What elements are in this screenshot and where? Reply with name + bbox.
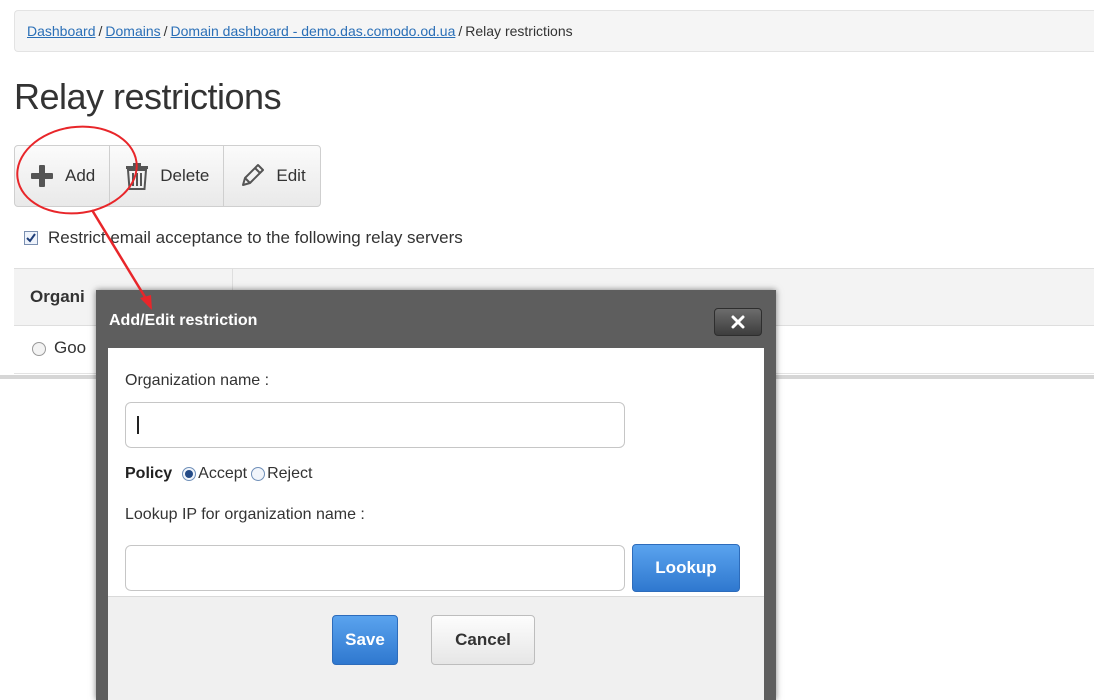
policy-reject-radio[interactable]: [251, 467, 266, 481]
organization-name-label: Organization name :: [125, 372, 270, 389]
row-select-radio[interactable]: [32, 342, 46, 356]
dialog-close-button[interactable]: [714, 308, 762, 336]
lookup-ip-label: Lookup IP for organization name :: [125, 506, 365, 523]
breadcrumb-link-dashboard[interactable]: Dashboard: [27, 23, 96, 39]
policy-reject-label: Reject: [267, 465, 313, 482]
breadcrumb-current: Relay restrictions: [465, 23, 573, 39]
breadcrumb-separator: /: [98, 23, 103, 39]
pencil-icon: [238, 162, 266, 190]
policy-reject-option[interactable]: Reject: [251, 465, 312, 483]
policy-accept-radio[interactable]: [182, 467, 197, 481]
save-button[interactable]: Save: [332, 615, 398, 665]
policy-accept-label: Accept: [198, 465, 248, 482]
breadcrumb: Dashboard / Domains / Domain dashboard - dem…: [14, 10, 1094, 52]
breadcrumb-link-domains[interactable]: Domains: [105, 23, 160, 39]
dialog-body: Organization name : Policy Accept Reject…: [108, 348, 764, 596]
lookup-ip-input[interactable]: [125, 545, 625, 591]
restrict-relay-option: Restrict email acceptance to the followi…: [24, 228, 463, 248]
restrict-relay-label: Restrict email acceptance to the followi…: [48, 228, 463, 247]
column-header-organization[interactable]: Organi: [30, 269, 85, 325]
dialog-title: Add/Edit restriction: [109, 312, 258, 329]
cancel-button[interactable]: Cancel: [431, 615, 535, 665]
dialog-header[interactable]: Add/Edit restriction: [96, 290, 776, 348]
text-cursor: [137, 416, 139, 434]
close-icon: [731, 315, 745, 329]
lookup-button[interactable]: Lookup: [632, 544, 740, 592]
row-organization-name: Goo: [54, 338, 87, 357]
breadcrumb-link-domain-dashboard[interactable]: Domain dashboard - demo.das.comodo.od.ua: [171, 23, 456, 39]
policy-accept-option[interactable]: Accept: [182, 465, 247, 483]
dialog-footer: Save Cancel: [108, 596, 764, 700]
delete-button-label: Delete: [160, 166, 210, 185]
edit-button[interactable]: Edit: [224, 146, 319, 206]
breadcrumb-separator: /: [458, 23, 463, 39]
organization-name-input[interactable]: [125, 402, 625, 448]
add-edit-restriction-dialog: Add/Edit restriction Organization name :…: [96, 290, 776, 700]
restrict-relay-checkbox[interactable]: [24, 231, 38, 245]
edit-button-label: Edit: [276, 166, 306, 185]
check-icon: [26, 233, 36, 243]
policy-options: Policy Accept Reject: [125, 465, 316, 483]
policy-label: Policy: [125, 465, 173, 482]
breadcrumb-separator: /: [163, 23, 168, 39]
page-title: Relay restrictions: [14, 76, 282, 117]
